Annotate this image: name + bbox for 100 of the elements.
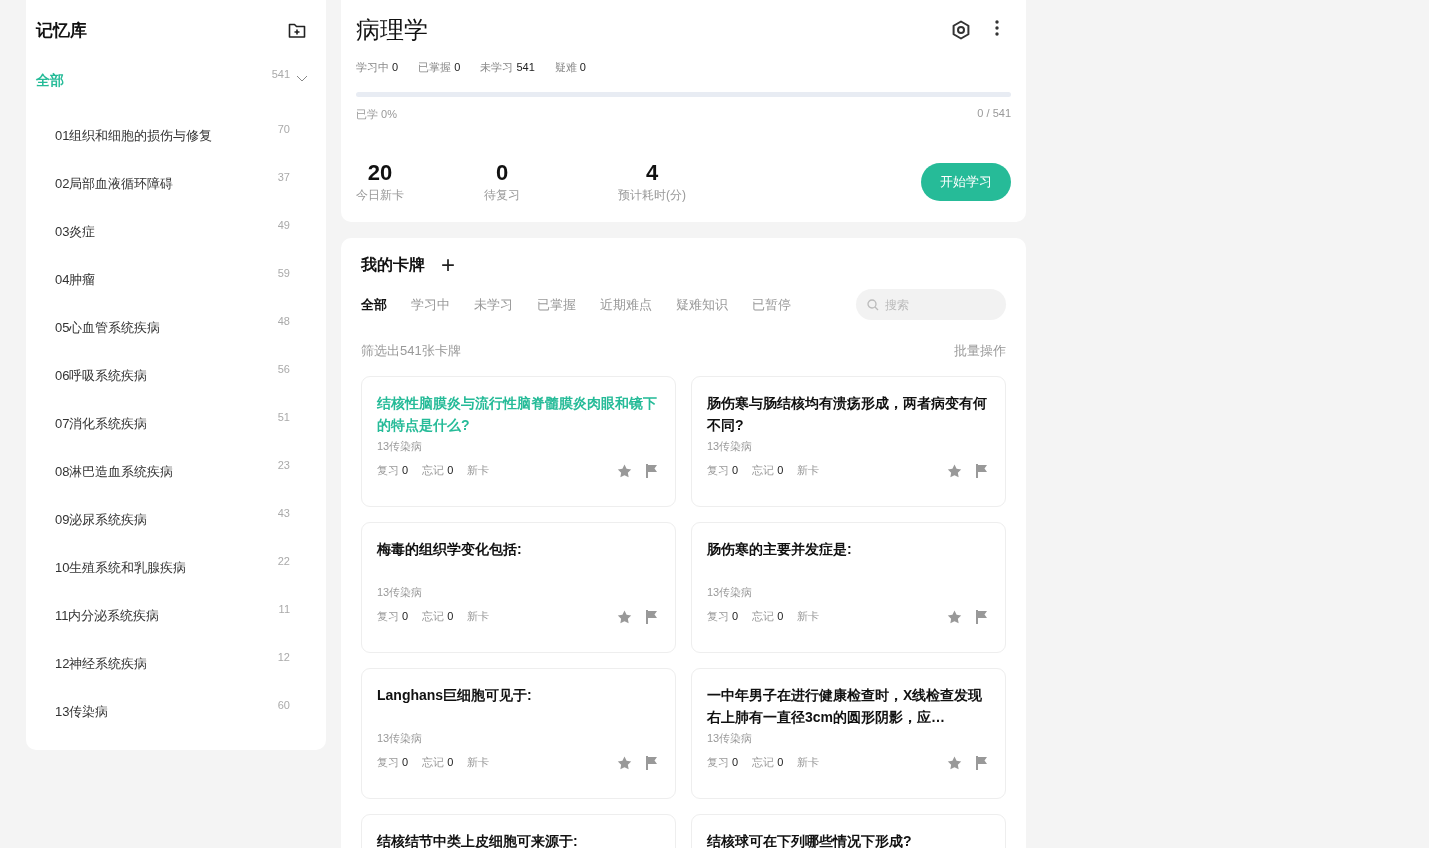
star-icon[interactable] [617, 463, 632, 478]
item-count: 12 [277, 651, 290, 663]
question-card[interactable]: 结核性脑膜炎与流行性脑脊髓膜炎肉眼和镜下的特点是什么? 13传染病 复习 0 忘记 0 新卡 [361, 376, 676, 507]
flag-icon[interactable] [646, 463, 658, 478]
flag-icon[interactable] [976, 609, 988, 624]
star-icon[interactable] [947, 755, 962, 770]
tree-item[interactable]: 04肿瘤 [55, 271, 96, 289]
stat-text: 未学习 541 [480, 60, 535, 75]
filter-count: 筛选出541张卡牌 [361, 342, 461, 360]
star-icon[interactable] [947, 609, 962, 624]
panel-title: 我的卡牌 [361, 254, 425, 275]
category-text: 13传染病 [377, 731, 424, 746]
summary-label: 今日新卡 [356, 187, 404, 204]
item-count: 37 [277, 171, 290, 183]
stat-text: 疑难 0 [554, 60, 586, 75]
question-card[interactable]: 肠伤寒的主要并发症是: 13传染病 复习 0 忘记 0 新卡 [691, 522, 1006, 653]
item-count: 43 [277, 507, 290, 519]
question-card[interactable]: Langhans巨细胞可见于: 13传染病 复习 0 忘记 0 新卡 [361, 668, 676, 799]
question-card[interactable]: 梅毒的组织学变化包括: 13传染病 复习 0 忘记 0 新卡 [361, 522, 676, 653]
item-count: 51 [277, 411, 290, 423]
flag-icon[interactable] [976, 463, 988, 478]
progress-reading: 0 / 541 [977, 107, 1011, 121]
filter-tab[interactable]: 全部 [361, 295, 387, 314]
add-folder-icon[interactable] [288, 21, 306, 39]
question-title: 肠伤寒的主要并发症是: [707, 540, 853, 559]
summary-label: 预计耗时(分) [618, 187, 686, 204]
category-text: 13传染病 [377, 439, 424, 454]
add-button[interactable]: + [441, 253, 455, 277]
sidebar-title: 记忆库 [36, 19, 87, 42]
tree-item[interactable]: 05心血管系统疾病 [55, 319, 161, 337]
flag-icon[interactable] [976, 755, 988, 770]
settings-icon[interactable] [951, 20, 971, 40]
item-count: 56 [277, 363, 290, 375]
tree-item[interactable]: 08淋巴造血系统疾病 [55, 463, 174, 481]
summary-value: 20 [367, 160, 393, 186]
question-title: 一中年男子在进行健康检查时，X线检查发现右上肺有一直径3cm的圆形阴影，应… [707, 686, 984, 727]
question-title: 肠伤寒与肠结核均有溃疡形成，两者病变有何不同? [707, 394, 988, 435]
progress-label: 已学 0% [356, 107, 397, 122]
question-title: 结核结节中类上皮细胞可来源于: [377, 832, 579, 848]
item-count: 23 [277, 459, 290, 471]
tree-item[interactable]: 12神经系统疾病 [55, 655, 148, 673]
star-icon[interactable] [617, 609, 632, 624]
category-text: 13传染病 [707, 439, 754, 454]
status-text: 新卡 [797, 463, 820, 478]
review-count: 复习 0 [377, 463, 409, 478]
tree-item[interactable]: 13传染病 [55, 703, 109, 721]
question-title: 结核球可在下列哪些情况下形成? [707, 832, 913, 848]
deck-title: 病理学 [356, 15, 428, 45]
tree-item[interactable]: 01组织和细胞的损伤与修复 [55, 127, 213, 145]
star-icon[interactable] [617, 755, 632, 770]
item-count: 70 [277, 123, 290, 135]
item-count: 11 [278, 603, 290, 615]
item-count: 49 [277, 219, 290, 231]
category-text: 13传染病 [707, 731, 754, 746]
star-icon[interactable] [947, 463, 962, 478]
tree-item[interactable]: 10生殖系统和乳腺疾病 [55, 559, 187, 577]
item-count: 60 [277, 699, 290, 711]
flag-icon[interactable] [646, 609, 658, 624]
summary-value: 4 [645, 160, 659, 186]
forget-count: 忘记 0 [752, 463, 784, 478]
item-count: 59 [277, 267, 290, 279]
tree-item[interactable]: 06呼吸系统疾病 [55, 367, 148, 385]
forget-count: 忘记 0 [422, 463, 454, 478]
tree-item[interactable]: 03炎症 [55, 223, 96, 241]
question-card[interactable]: 结核结节中类上皮细胞可来源于: [361, 814, 676, 848]
stat-text: 已掌握 0 [418, 60, 461, 75]
status-text: 新卡 [797, 609, 820, 624]
question-card[interactable]: 结核球可在下列哪些情况下形成? [691, 814, 1006, 848]
status-text: 新卡 [467, 755, 490, 770]
category-text: 13传染病 [707, 585, 754, 600]
review-count: 复习 0 [707, 463, 739, 478]
item-count: 48 [277, 315, 290, 327]
stat-text: 学习中 0 [356, 60, 399, 75]
review-count: 复习 0 [377, 609, 409, 624]
category-text: 13传染病 [377, 585, 424, 600]
search-icon [867, 299, 879, 311]
summary-label: 待复习 [484, 187, 520, 204]
item-count: 541 [271, 68, 290, 82]
question-title: Langhans巨细胞可见于: [377, 686, 533, 705]
forget-count: 忘记 0 [422, 609, 454, 624]
item-count: 22 [277, 555, 290, 567]
tree-item[interactable]: 09泌尿系统疾病 [55, 511, 148, 529]
status-text: 新卡 [467, 609, 490, 624]
question-title: 梅毒的组织学变化包括: [377, 540, 523, 559]
status-text: 新卡 [467, 463, 490, 478]
tree-item[interactable]: 02局部血液循环障碍 [55, 175, 174, 193]
tree-item[interactable]: 07消化系统疾病 [55, 415, 148, 433]
question-card[interactable]: 一中年男子在进行健康检查时，X线检查发现右上肺有一直径3cm的圆形阴影，应… 13传染病 复习 0 忘记 0 新卡 [691, 668, 1006, 799]
question-title: 结核性脑膜炎与流行性脑脊髓膜炎肉眼和镜下的特点是什么? [377, 394, 658, 435]
forget-count: 忘记 0 [752, 609, 784, 624]
review-count: 复习 0 [707, 755, 739, 770]
flag-icon[interactable] [646, 755, 658, 770]
question-card[interactable]: 肠伤寒与肠结核均有溃疡形成，两者病变有何不同? 13传染病 复习 0 忘记 0 新卡 [691, 376, 1006, 507]
review-count: 复习 0 [707, 609, 739, 624]
review-count: 复习 0 [377, 755, 409, 770]
tree-item[interactable]: 11内分泌系统疾病 [55, 607, 160, 625]
summary-value: 0 [495, 160, 509, 186]
forget-count: 忘记 0 [752, 755, 784, 770]
chevron-icon[interactable] [296, 75, 308, 83]
forget-count: 忘记 0 [422, 755, 454, 770]
